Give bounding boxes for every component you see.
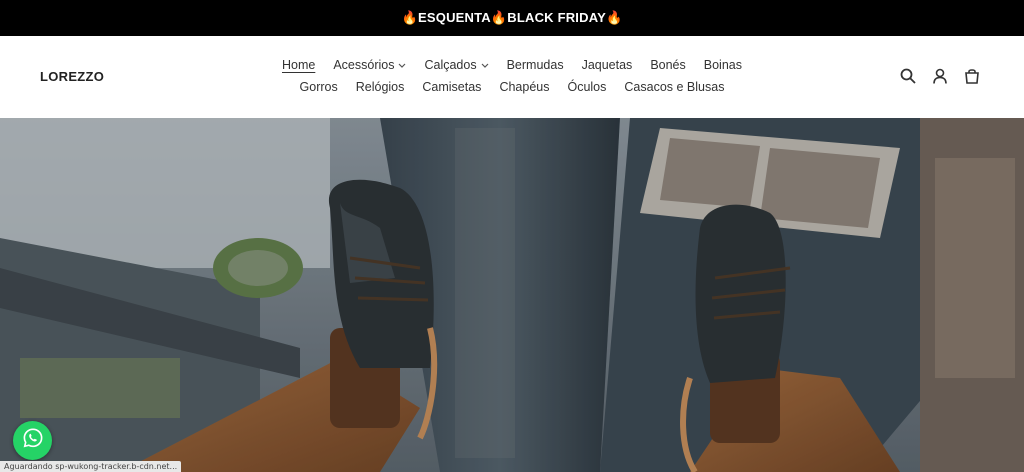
chevron-down-icon (398, 60, 406, 70)
nav-item-calcados[interactable]: Calçados (424, 58, 489, 72)
nav-item-chapeus[interactable]: Chapéus (499, 80, 549, 94)
nav-item-bermudas[interactable]: Bermudas (507, 58, 564, 72)
announcement-bar: 🔥ESQUENTA🔥BLACK FRIDAY🔥 (0, 0, 1024, 36)
status-text: Aguardando sp-wukong-tracker.b-cdn.net..… (4, 462, 178, 471)
nav-item-label: Bermudas (506, 58, 564, 72)
nav-item-label: Calçados (424, 58, 477, 72)
nav-row-2: Gorros Relógios Camisetas Chapéus Óculos… (0, 80, 1024, 94)
site-header: LOREZZO Home Acessórios Calçados Bermuda… (0, 36, 1024, 118)
browser-status-bar: Aguardando sp-wukong-tracker.b-cdn.net..… (0, 461, 182, 472)
nav-item-jaquetas[interactable]: Jaquetas (582, 58, 633, 72)
account-icon[interactable] (932, 68, 948, 84)
nav-item-relogios[interactable]: Relógios (356, 80, 405, 94)
nav-item-label: Chapéus (499, 80, 550, 94)
nav-item-gorros[interactable]: Gorros (300, 80, 338, 94)
chevron-down-icon (481, 60, 489, 70)
nav-row-1: Home Acessórios Calçados Bermudas Jaquet… (0, 58, 1024, 72)
announcement-text: 🔥ESQUENTA🔥BLACK FRIDAY🔥 (401, 10, 623, 25)
nav-item-label: Bonés (650, 58, 686, 72)
nav-item-label: Acessórios (333, 58, 395, 72)
whatsapp-icon (22, 427, 44, 454)
nav-item-casacos-blusas[interactable]: Casacos e Blusas (624, 80, 724, 94)
search-icon[interactable] (900, 68, 916, 84)
nav-item-label: Óculos (567, 80, 607, 94)
hero-photo (0, 118, 1024, 472)
cart-icon[interactable] (964, 68, 980, 84)
nav-item-oculos[interactable]: Óculos (567, 80, 606, 94)
nav-item-label: Relógios (355, 80, 405, 94)
nav-item-label: Gorros (299, 80, 338, 94)
hero-banner-image (0, 118, 1024, 472)
nav-item-boinas[interactable]: Boinas (704, 58, 742, 72)
nav-item-home[interactable]: Home (282, 58, 315, 72)
nav-item-bones[interactable]: Bonés (650, 58, 685, 72)
nav-item-label: Jaquetas (581, 58, 633, 72)
whatsapp-button[interactable] (13, 421, 52, 460)
nav-item-label: Boinas (703, 58, 742, 72)
header-icons (900, 68, 980, 84)
nav-item-label: Home (281, 58, 316, 72)
nav-item-label: Camisetas (422, 80, 482, 94)
nav-item-camisetas[interactable]: Camisetas (422, 80, 481, 94)
nav-item-label: Casacos e Blusas (624, 80, 725, 94)
nav-item-acessorios[interactable]: Acessórios (333, 58, 406, 72)
